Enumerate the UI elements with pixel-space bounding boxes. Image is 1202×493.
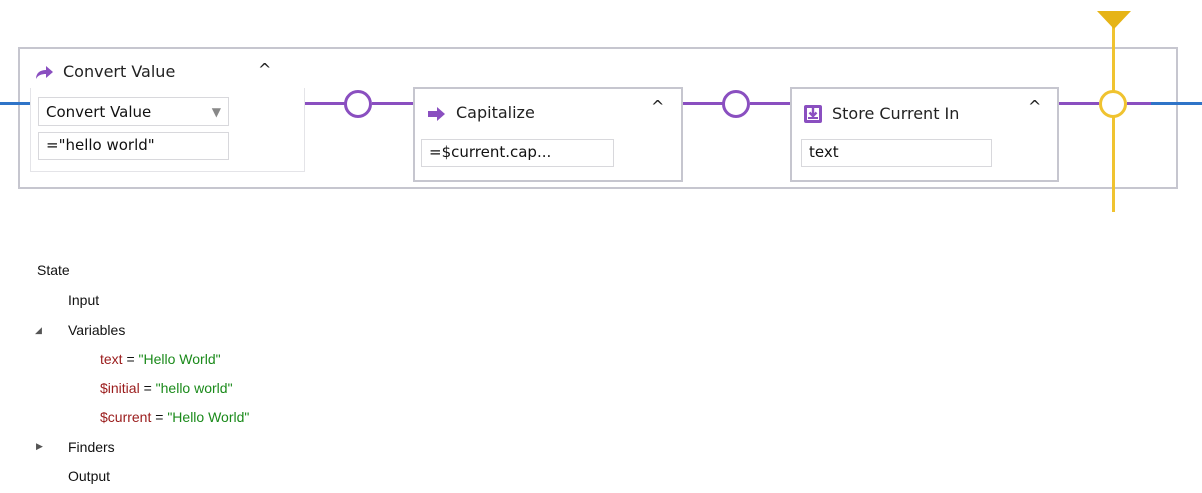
- block-title: Store Current In: [832, 103, 960, 123]
- variable-name: text: [100, 351, 123, 367]
- variable-value: "hello world": [155, 380, 233, 396]
- block-title: Capitalize: [456, 103, 535, 122]
- download-box-icon: [803, 103, 823, 124]
- tree-node-finders[interactable]: Finders: [68, 438, 115, 456]
- cursor-connector-node[interactable]: [1099, 90, 1127, 118]
- expand-toggle-icon[interactable]: ▶: [36, 441, 43, 452]
- variable-row[interactable]: text = "Hello World": [100, 350, 221, 368]
- arrow-right-icon: [427, 103, 447, 122]
- connector-line: [1057, 102, 1099, 105]
- tree-node-state[interactable]: State: [37, 261, 70, 279]
- variable-value: "Hello World": [138, 351, 221, 367]
- store-current-in-block[interactable]: Store Current In ^ text: [790, 87, 1059, 182]
- collapse-toggle-icon[interactable]: ◢: [35, 325, 42, 336]
- value-input[interactable]: ="hello world": [38, 132, 229, 160]
- tree-node-variables[interactable]: Variables: [68, 321, 125, 339]
- variable-value: "Hello World": [167, 409, 250, 425]
- capitalize-block[interactable]: Capitalize ^ =$current.cap...: [413, 87, 683, 182]
- connector-line: [682, 102, 724, 105]
- arrow-redo-icon: [34, 62, 54, 81]
- variable-row[interactable]: $initial = "hello world": [100, 379, 233, 397]
- workflow-canvas: Convert Value ^ Convert Value ▼ ="hello …: [0, 0, 1202, 493]
- variable-name-input[interactable]: text: [801, 139, 992, 167]
- variable-name: $current: [100, 409, 152, 425]
- variable-equals: =: [122, 351, 139, 367]
- connector-line: [750, 102, 792, 105]
- output-connector-line: [1150, 102, 1202, 105]
- variable-row[interactable]: $current = "Hello World": [100, 408, 249, 426]
- variable-equals: =: [139, 380, 156, 396]
- input-connector-line: [0, 102, 30, 105]
- chevron-down-icon: ▼: [211, 104, 221, 119]
- collapse-button[interactable]: ^: [1028, 99, 1041, 115]
- block-title: Convert Value: [63, 62, 176, 81]
- connector-line: [372, 102, 415, 105]
- collapse-button[interactable]: ^: [651, 99, 664, 115]
- variable-equals: =: [151, 409, 168, 425]
- connector-line: [1127, 102, 1151, 105]
- convert-type-dropdown[interactable]: Convert Value ▼: [38, 97, 229, 126]
- execution-cursor-marker[interactable]: [1097, 11, 1131, 29]
- expression-input[interactable]: =$current.cap...: [421, 139, 614, 167]
- collapse-button[interactable]: ^: [258, 62, 271, 78]
- connector-node[interactable]: [344, 90, 372, 118]
- connector-line: [303, 102, 345, 105]
- connector-node[interactable]: [722, 90, 750, 118]
- dropdown-value: Convert Value: [46, 102, 152, 121]
- tree-node-output[interactable]: Output: [68, 467, 110, 485]
- tree-node-input[interactable]: Input: [68, 291, 99, 309]
- variable-name: $initial: [100, 380, 140, 396]
